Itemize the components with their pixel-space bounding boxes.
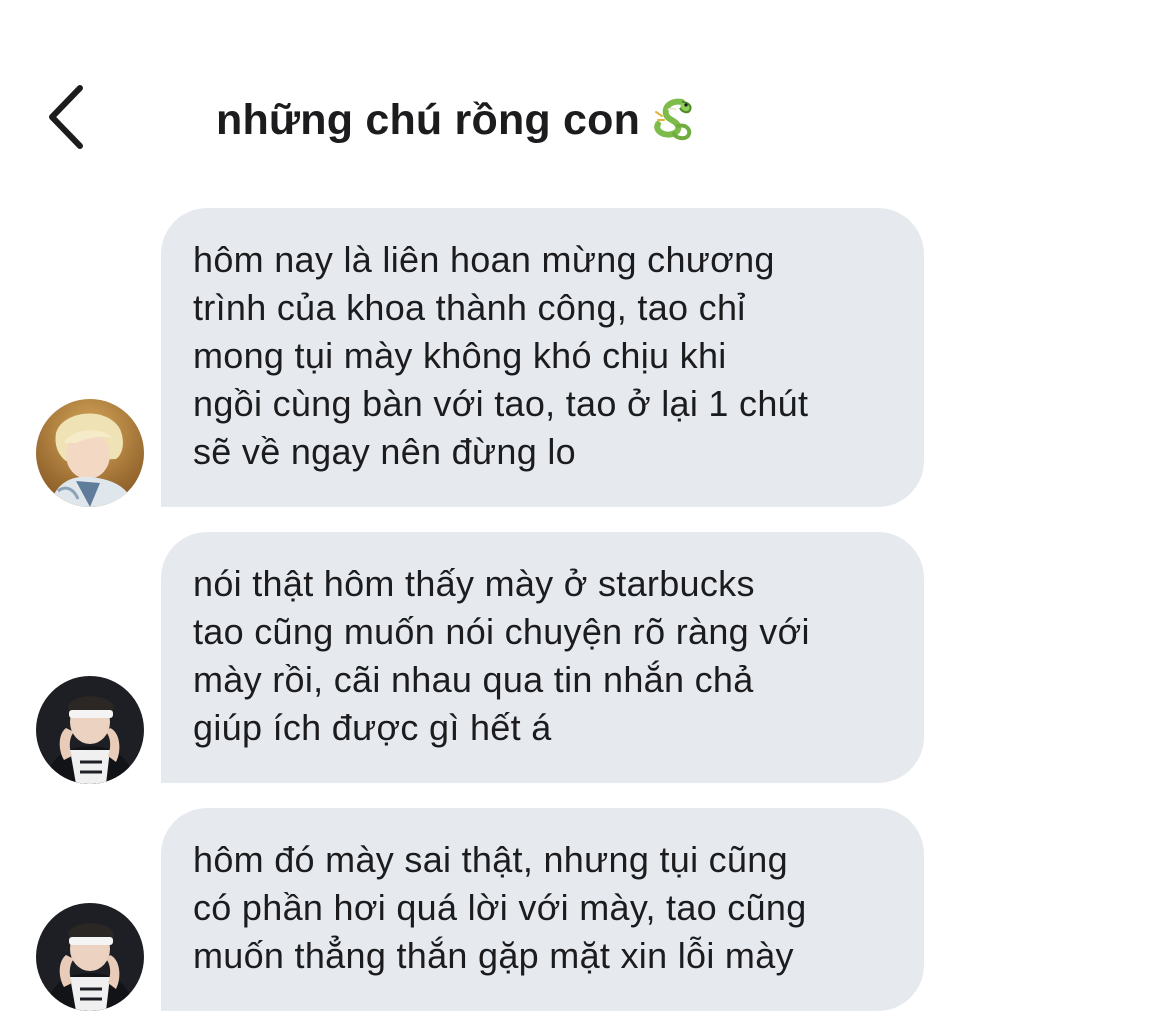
chevron-left-icon	[49, 85, 83, 149]
avatar-dark[interactable]	[36, 676, 144, 784]
message-bubble[interactable]: hôm nay là liên hoan mừng chương trình c…	[161, 208, 924, 507]
message-bubble[interactable]: nói thật hôm thấy mày ở starbucks tao cũ…	[161, 532, 924, 783]
avatar-dark[interactable]	[36, 903, 144, 1011]
dragon-icon	[652, 96, 700, 144]
avatar-blonde[interactable]	[36, 399, 144, 507]
chat-header: những chú rồng con	[0, 60, 1169, 180]
message-bubble[interactable]: hôm đó mày sai thật, nhưng tụi cũng có p…	[161, 808, 924, 1011]
back-button[interactable]	[38, 82, 98, 152]
chat-title-group: những chú rồng con	[216, 90, 700, 150]
chat-title: những chú rồng con	[216, 95, 641, 144]
